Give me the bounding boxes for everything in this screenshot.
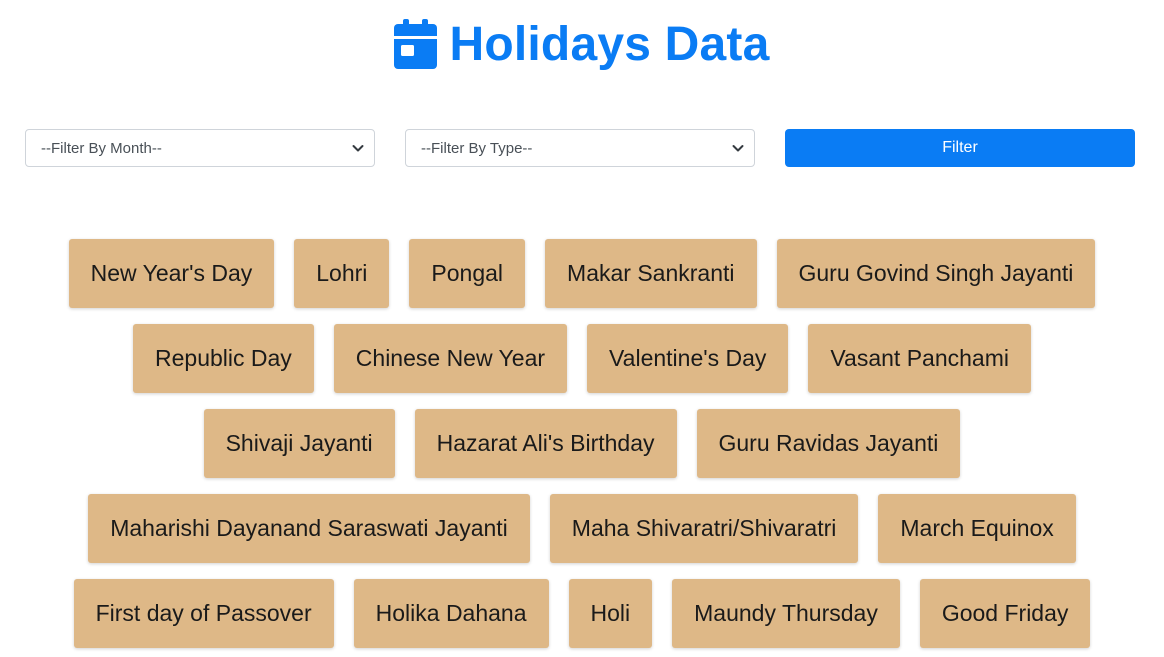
month-filter-select[interactable]: --Filter By Month-- bbox=[25, 129, 375, 167]
holiday-chip[interactable]: Republic Day bbox=[133, 324, 314, 393]
filter-bar: --Filter By Month-- --Filter By Type-- F… bbox=[25, 129, 1135, 167]
holiday-chip[interactable]: Vasant Panchami bbox=[808, 324, 1031, 393]
holiday-chip[interactable]: Guru Govind Singh Jayanti bbox=[776, 239, 1096, 308]
holiday-chip[interactable]: Good Friday bbox=[919, 579, 1091, 648]
page-header: Holidays Data bbox=[0, 14, 1164, 74]
chevron-down-icon bbox=[352, 145, 364, 152]
holiday-row: Shivaji Jayanti Hazarat Ali's Birthday Gur… bbox=[0, 409, 1164, 478]
holiday-chip[interactable]: Chinese New Year bbox=[333, 324, 568, 393]
holiday-chip[interactable]: Lohri bbox=[294, 239, 390, 308]
holiday-chip[interactable]: Maha Shivaratri/Shivaratri bbox=[549, 494, 859, 563]
holiday-chip[interactable]: Maharishi Dayanand Saraswati Jayanti bbox=[88, 494, 530, 563]
holiday-chip[interactable]: Holika Dahana bbox=[353, 579, 549, 648]
holiday-chip[interactable]: Maundy Thursday bbox=[672, 579, 900, 648]
type-filter-value: --Filter By Type-- bbox=[421, 139, 533, 157]
holiday-chip[interactable]: New Year's Day bbox=[68, 239, 275, 308]
holiday-row: Republic Day Chinese New Year Valentine's … bbox=[0, 324, 1164, 393]
holiday-chip[interactable]: Pongal bbox=[409, 239, 526, 308]
holiday-chip[interactable]: Makar Sankranti bbox=[545, 239, 757, 308]
filter-button[interactable]: Filter bbox=[785, 129, 1135, 167]
holiday-chip[interactable]: Holi bbox=[568, 579, 653, 648]
type-filter-select[interactable]: --Filter By Type-- bbox=[405, 129, 755, 167]
holiday-row: Maharishi Dayanand Saraswati Jayanti Maha… bbox=[0, 494, 1164, 563]
holiday-chip[interactable]: First day of Passover bbox=[73, 579, 334, 648]
holiday-row: First day of Passover Holika Dahana Holi Ma… bbox=[0, 579, 1164, 648]
holiday-list: New Year's Day Lohri Pongal Makar Sankranti… bbox=[0, 239, 1164, 657]
holiday-row: New Year's Day Lohri Pongal Makar Sankranti… bbox=[0, 239, 1164, 308]
holiday-chip[interactable]: Shivaji Jayanti bbox=[203, 409, 395, 478]
page: Holidays Data --Filter By Month-- --Filt… bbox=[0, 0, 1164, 657]
page-title: Holidays Data bbox=[449, 17, 770, 71]
chevron-down-icon bbox=[732, 145, 744, 152]
holiday-chip[interactable]: March Equinox bbox=[878, 494, 1076, 563]
holiday-chip[interactable]: Hazarat Ali's Birthday bbox=[414, 409, 677, 478]
month-filter-value: --Filter By Month-- bbox=[41, 139, 162, 157]
calendar-icon bbox=[394, 19, 438, 69]
holiday-chip[interactable]: Guru Ravidas Jayanti bbox=[696, 409, 961, 478]
holiday-chip[interactable]: Valentine's Day bbox=[587, 324, 789, 393]
